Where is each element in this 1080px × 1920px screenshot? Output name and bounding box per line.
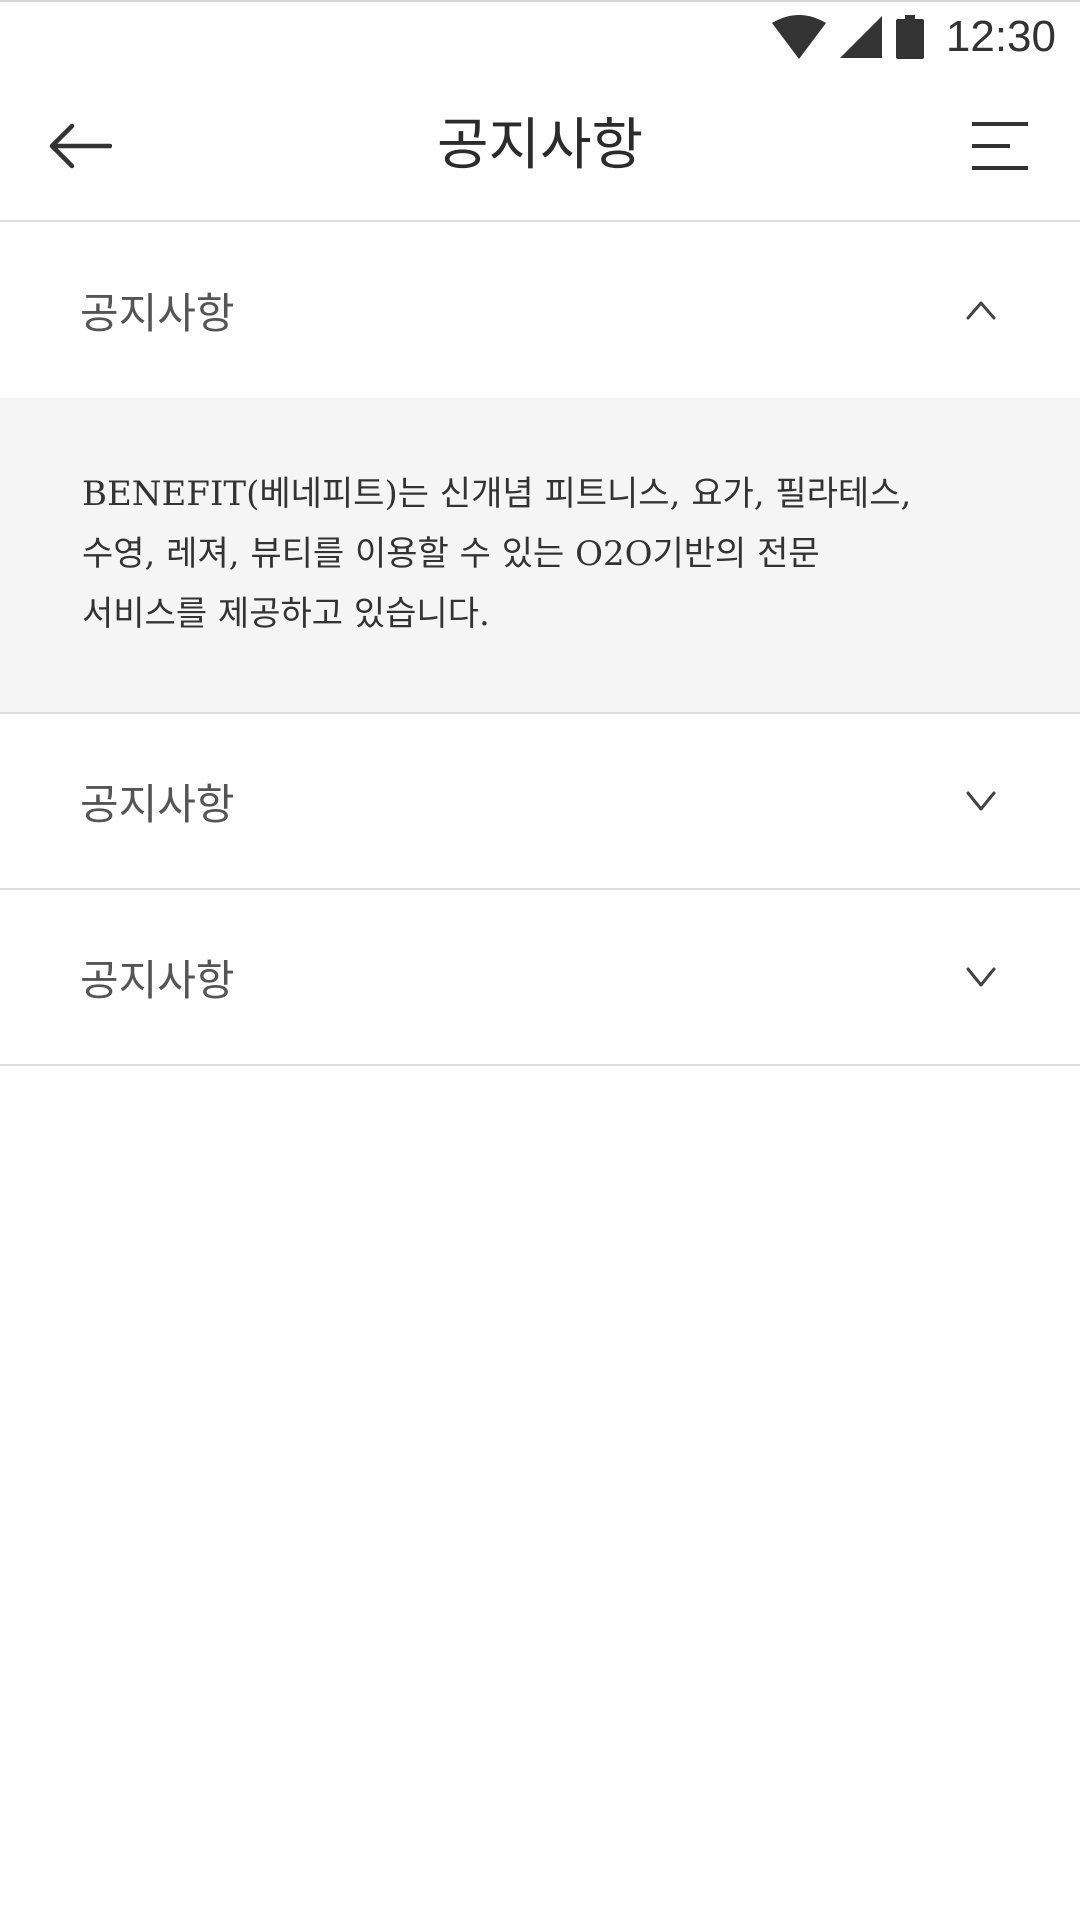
page-title: 공지사항 xyxy=(436,113,644,178)
app-header: 공지사항 xyxy=(0,72,1080,222)
status-time: 12:30 xyxy=(945,12,1056,61)
battery-icon xyxy=(895,15,924,59)
notice-item-3: 공지사항 xyxy=(0,890,1080,1066)
chevron-down-icon xyxy=(966,791,996,811)
notice-item-1: 공지사항 BENEFIT(베네피트)는 신개념 피트니스, 요가, 필라테스, … xyxy=(0,222,1080,714)
menu-button[interactable] xyxy=(960,106,1040,186)
menu-icon xyxy=(972,122,1028,170)
notice-content: BENEFIT(베네피트)는 신개념 피트니스, 요가, 필라테스, 수영, 레… xyxy=(0,398,1080,712)
status-bar: 12:30 xyxy=(0,0,1080,72)
notice-title: 공지사항 xyxy=(80,779,235,829)
notice-title: 공지사항 xyxy=(80,288,235,338)
notice-list: 공지사항 BENEFIT(베네피트)는 신개념 피트니스, 요가, 필라테스, … xyxy=(0,222,1080,1066)
chevron-up-icon xyxy=(966,301,996,320)
notice-header[interactable]: 공지사항 xyxy=(0,714,1080,888)
chevron-down-icon xyxy=(966,967,996,987)
wifi-icon xyxy=(771,15,826,59)
cellular-signal-icon xyxy=(839,16,882,58)
notice-title: 공지사항 xyxy=(80,955,235,1005)
notice-header[interactable]: 공지사항 xyxy=(0,890,1080,1064)
notice-item-2: 공지사항 xyxy=(0,714,1080,890)
notice-header[interactable]: 공지사항 xyxy=(0,222,1080,398)
